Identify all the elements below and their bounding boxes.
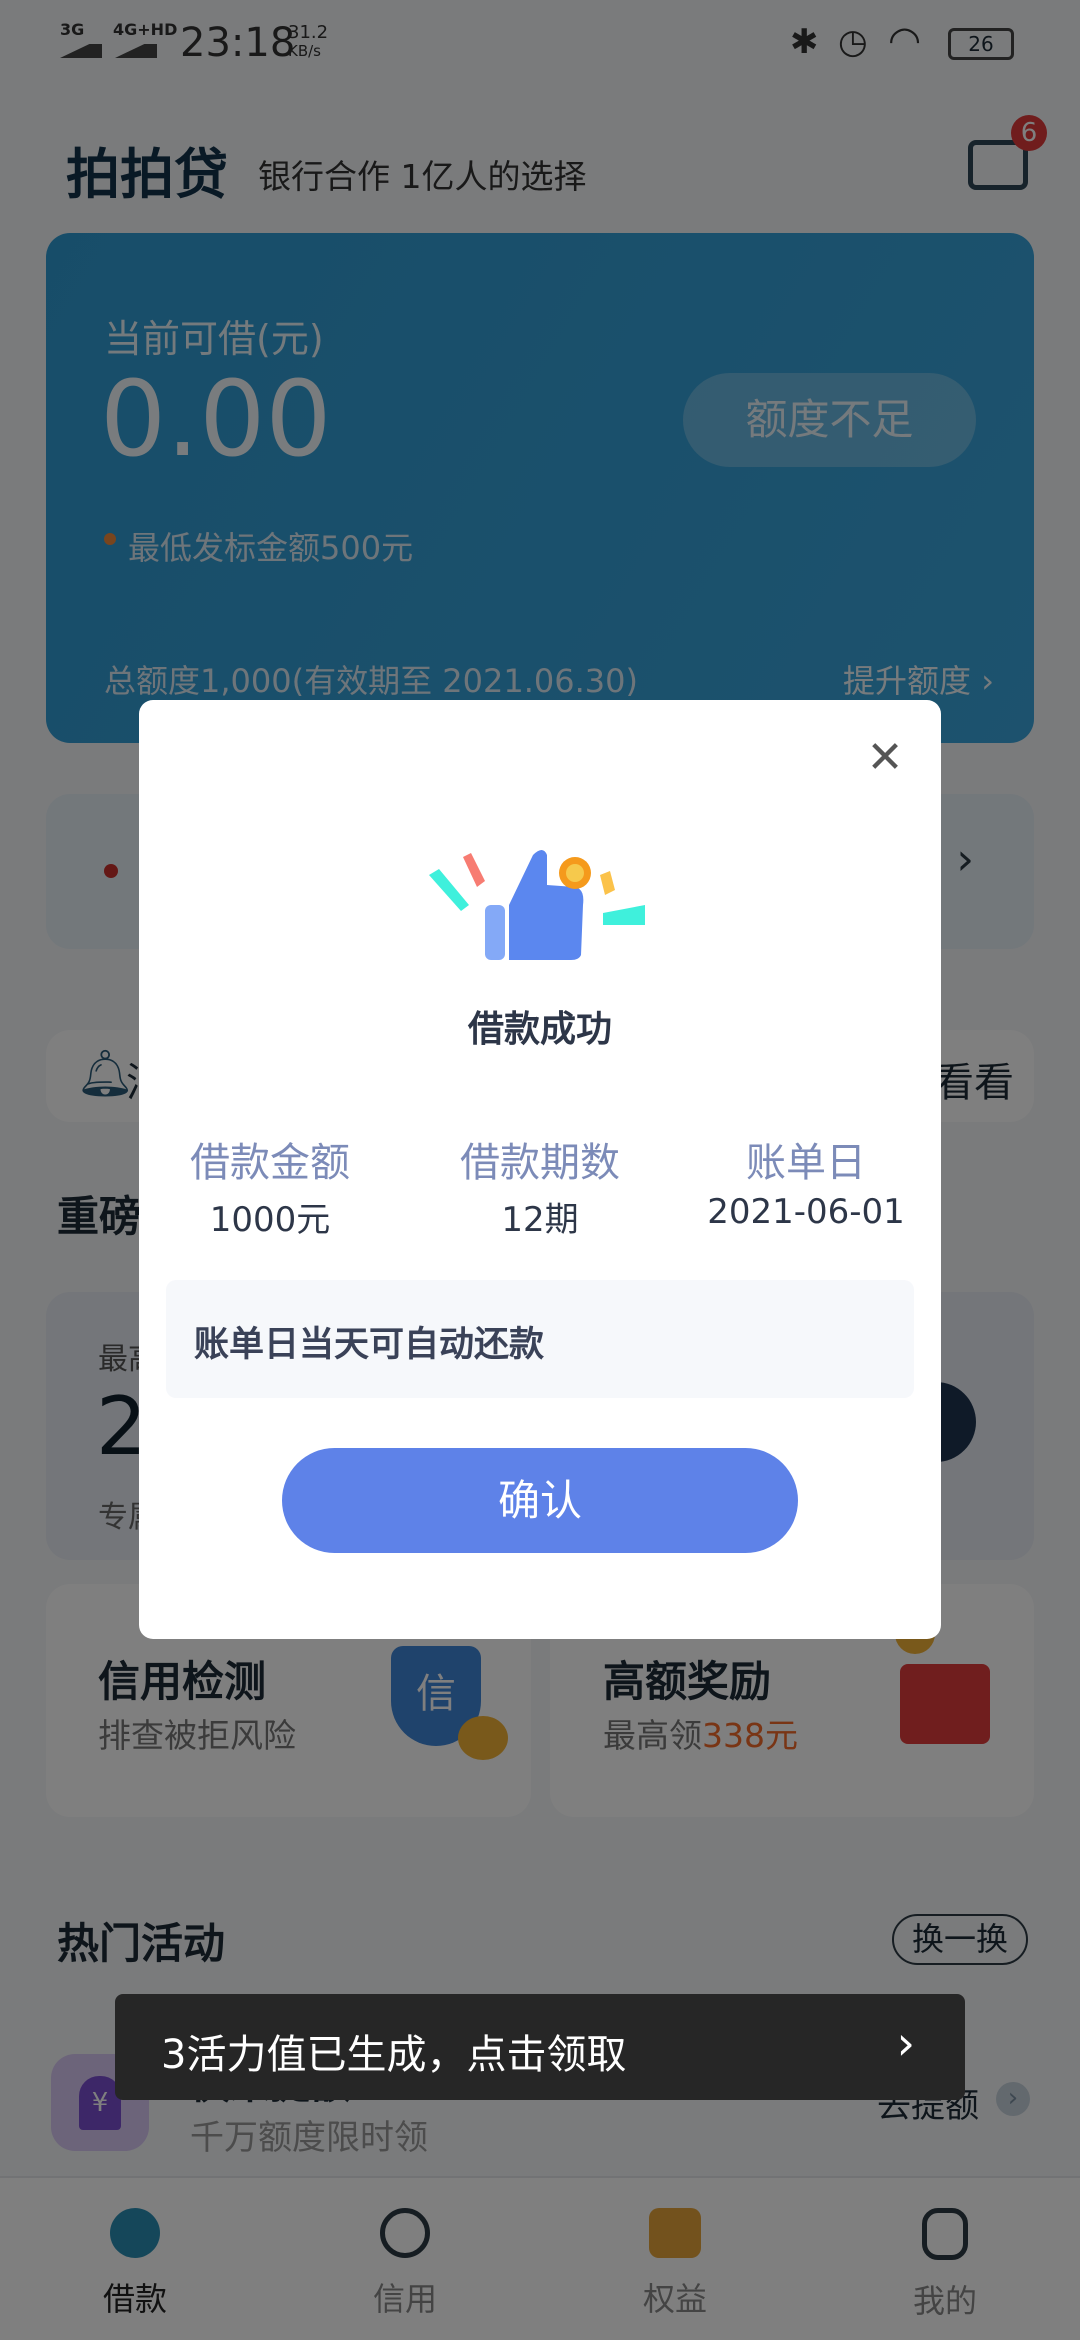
chevron-right-icon: › [896, 2016, 915, 2070]
field-value: 12期 [501, 1200, 579, 1240]
loan-amount-field: 借款金额 1000元 [140, 1130, 400, 1241]
billing-date-field: 账单日 2021-06-01 [676, 1130, 936, 1232]
field-label: 借款金额 [190, 1140, 350, 1186]
thumbs-up-icon [429, 850, 645, 960]
field-value: 1000元 [209, 1200, 331, 1240]
field-value: 2021-06-01 [707, 1192, 905, 1232]
dialog-title: 借款成功 [467, 1009, 612, 1050]
loan-success-dialog: ✕ 借款成功 借款金额 1000元 借款期数 12期 账单日 2021-06-01 账… [139, 700, 941, 1639]
toast[interactable]: 3活力值已生成，点击领取 › [115, 1994, 965, 2100]
close-button[interactable]: ✕ [865, 736, 905, 780]
note-text: 账单日当天可自动还款 [194, 1325, 545, 1365]
field-label: 账单日 [746, 1140, 866, 1186]
loan-term-field: 借款期数 12期 [410, 1130, 670, 1241]
field-label: 借款期数 [460, 1140, 620, 1186]
confirm-button[interactable]: 确认 [282, 1448, 798, 1553]
auto-repay-note: 账单日当天可自动还款 [166, 1280, 914, 1398]
toast-text: 3活力值已生成，点击领取 [161, 2032, 627, 2078]
